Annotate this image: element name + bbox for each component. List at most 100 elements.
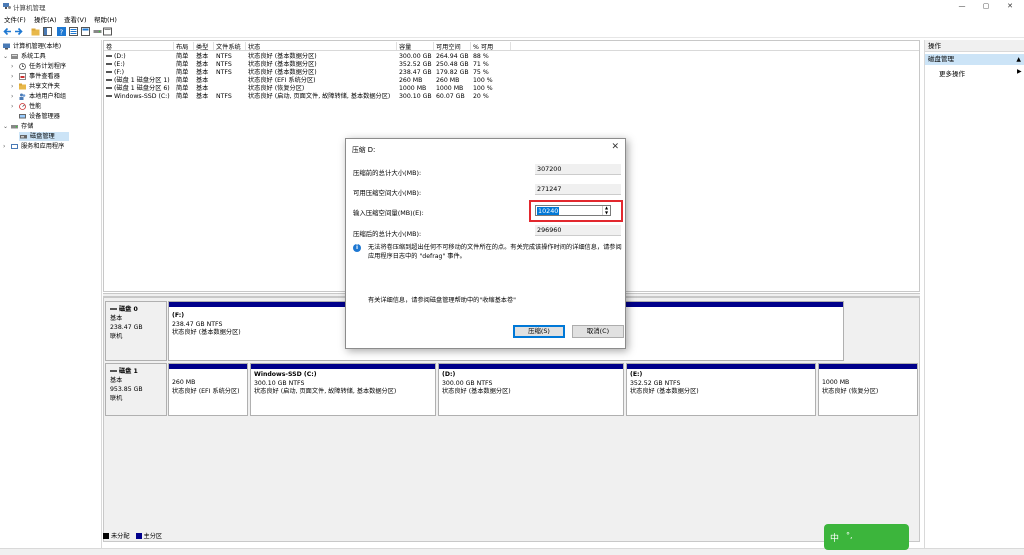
ime-toolbar[interactable]: 中 °, <box>824 524 909 550</box>
volume-percent: 71 % <box>473 61 489 68</box>
device-manager-icon <box>19 114 26 119</box>
available-value: 271247 <box>535 184 621 195</box>
disk-view-icon[interactable] <box>93 27 102 36</box>
volume-status: 状态良好 (基本数据分区) <box>248 69 317 76</box>
column-capacity[interactable]: 容量 <box>397 42 434 51</box>
dialog-close-icon[interactable]: ✕ <box>611 142 619 152</box>
storage-icon <box>11 125 18 129</box>
minimize-button[interactable]: — <box>952 1 972 11</box>
volume-status: 状态良好 (恢复分区) <box>248 85 305 92</box>
settings-view-icon[interactable] <box>103 27 112 36</box>
menu-file[interactable]: 文件(F) <box>4 14 26 24</box>
collapse-chevron-icon[interactable]: › <box>11 72 13 81</box>
event-log-icon <box>19 73 26 80</box>
volume-name: (F:) <box>106 69 124 77</box>
actions-section-label: 磁盘管理 <box>928 55 954 63</box>
column-volume[interactable]: 卷 <box>104 42 174 51</box>
table-row[interactable]: (磁盘 1 磁盘分区 1) 简单 基本 状态良好 (EFI 系统分区) 260 … <box>104 77 919 85</box>
svg-text:?: ? <box>60 29 64 37</box>
table-row[interactable]: (F:) 简单 基本 NTFS 状态良好 (基本数据分区) 238.47 GB … <box>104 69 919 77</box>
show-hide-tree-icon[interactable] <box>43 27 52 36</box>
disk-0-label[interactable]: 磁盘 0 基本 238.47 GB 联机 <box>105 301 167 361</box>
list-view-icon[interactable] <box>81 27 90 36</box>
collapse-chevron-icon[interactable]: › <box>11 82 13 91</box>
submenu-arrow-icon: ▶ <box>1017 68 1022 75</box>
partition-size: 352.52 GB NTFS <box>630 379 681 387</box>
partition-d[interactable]: (D:) 300.00 GB NTFS 状态良好 (基本数据分区) <box>438 363 624 416</box>
column-layout[interactable]: 布局 <box>174 42 194 51</box>
ime-mode[interactable]: 中 <box>830 531 839 544</box>
partition-bar <box>439 364 623 369</box>
column-type[interactable]: 类型 <box>194 42 214 51</box>
up-folder-icon[interactable] <box>31 27 40 36</box>
tree-item-disk-management[interactable]: 磁盘管理 <box>19 132 69 141</box>
title-bar: 计算机管理 — ▢ ✕ <box>0 0 1024 13</box>
disk-1-label[interactable]: 磁盘 1 基本 953.85 GB 联机 <box>105 363 167 416</box>
help-icon[interactable]: ? <box>57 27 66 36</box>
menu-view[interactable]: 查看(V) <box>64 14 87 24</box>
spin-down-icon[interactable]: ▼ <box>603 210 610 216</box>
volume-icon <box>106 87 112 89</box>
partition-efi[interactable]: 260 MB 状态良好 (EFI 系统分区) <box>168 363 248 416</box>
disk-0-name: 磁盘 0 <box>119 306 138 313</box>
table-row[interactable]: Windows-SSD (C:) 简单 基本 NTFS 状态良好 (启动, 页面… <box>104 93 919 101</box>
volume-status: 状态良好 (EFI 系统分区) <box>248 77 316 84</box>
shrink-amount-value[interactable]: 10240 <box>537 207 560 215</box>
properties-icon[interactable] <box>69 27 78 36</box>
maximize-button[interactable]: ▢ <box>976 1 996 11</box>
tree-label-services: 服务和应用程序 <box>21 143 65 150</box>
clock-icon <box>19 63 26 70</box>
table-row[interactable]: (磁盘 1 磁盘分区 6) 简单 基本 状态良好 (恢复分区) 1000 MB … <box>104 85 919 93</box>
collapse-triangle-icon[interactable]: ▲ <box>1016 54 1021 65</box>
actions-header: 操作 <box>925 40 1024 52</box>
volume-capacity: 352.52 GB <box>399 61 432 68</box>
menu-action[interactable]: 操作(A) <box>34 14 57 24</box>
column-filesystem[interactable]: 文件系统 <box>214 42 246 51</box>
partition-bar <box>169 364 247 369</box>
volume-free: 250.48 GB <box>436 61 469 68</box>
menu-help[interactable]: 帮助(H) <box>94 14 117 24</box>
ime-punctuation-icon[interactable]: °, <box>846 531 853 540</box>
forward-arrow-icon[interactable] <box>14 27 23 36</box>
partition-bar <box>627 364 815 369</box>
volume-type: 基本 <box>196 85 209 92</box>
partition-c[interactable]: Windows-SSD (C:) 300.10 GB NTFS 状态良好 (启动… <box>250 363 436 416</box>
legend-unallocated-swatch <box>103 533 109 539</box>
disk-1-type: 基本 <box>110 377 123 384</box>
shrink-amount-input[interactable]: 10240 ▲ ▼ <box>535 205 611 216</box>
table-row[interactable]: (E:) 简单 基本 NTFS 状态良好 (基本数据分区) 352.52 GB … <box>104 61 919 69</box>
spin-arrows[interactable]: ▲ ▼ <box>602 205 610 216</box>
shrink-button[interactable]: 压缩(S) <box>513 325 565 338</box>
volume-capacity: 260 MB <box>399 77 423 84</box>
partition-e[interactable]: (E:) 352.52 GB NTFS 状态良好 (基本数据分区) <box>626 363 816 416</box>
actions-section-disk-management[interactable]: 磁盘管理 ▲ <box>925 54 1024 65</box>
collapse-chevron-icon[interactable]: › <box>3 142 5 151</box>
collapse-chevron-icon[interactable]: › <box>11 102 13 111</box>
volume-layout: 简单 <box>176 69 189 76</box>
volume-free: 1000 MB <box>436 85 464 92</box>
column-free-space[interactable]: 可用空间 <box>434 42 471 51</box>
cancel-button[interactable]: 取消(C) <box>572 325 624 338</box>
volume-capacity: 1000 MB <box>399 85 427 92</box>
volume-layout: 简单 <box>176 61 189 68</box>
back-arrow-icon[interactable] <box>3 27 12 36</box>
more-actions-link[interactable]: 更多操作 ▶ <box>939 68 1022 78</box>
partition-size: 300.10 GB NTFS <box>254 379 305 387</box>
expand-chevron-icon[interactable]: ⌄ <box>3 122 8 131</box>
partition-bar <box>819 364 917 369</box>
tree-label-root: 计算机管理(本地) <box>13 43 62 50</box>
table-row[interactable]: (D:) 简单 基本 NTFS 状态良好 (基本数据分区) 300.00 GB … <box>104 53 919 61</box>
volume-type: 基本 <box>196 61 209 68</box>
collapse-chevron-icon[interactable]: › <box>11 62 13 71</box>
help-text: 有关详细信息，请参阅磁盘管理帮助中的"收缩基本卷" <box>368 297 517 304</box>
dialog-title: 压缩 D: <box>352 146 376 154</box>
volume-percent: 100 % <box>473 77 493 84</box>
partition-recovery[interactable]: 1000 MB 状态良好 (恢复分区) <box>818 363 918 416</box>
column-status[interactable]: 状态 <box>246 42 397 51</box>
collapse-chevron-icon[interactable]: › <box>11 92 13 101</box>
close-button[interactable]: ✕ <box>1000 1 1020 11</box>
expand-chevron-icon[interactable]: ⌄ <box>3 52 8 61</box>
volume-type: 基本 <box>196 93 209 100</box>
volume-capacity: 238.47 GB <box>399 69 432 76</box>
column-percent-free[interactable]: % 可用 <box>471 42 511 51</box>
